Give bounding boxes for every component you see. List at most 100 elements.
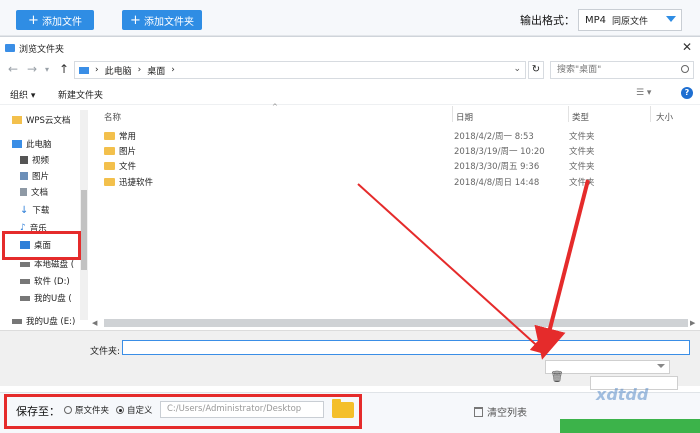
file-row[interactable]: 图片 2018/3/19/周一 10:20 文件夹 bbox=[104, 143, 664, 158]
column-divider bbox=[650, 106, 651, 122]
folder-input[interactable] bbox=[122, 340, 690, 355]
document-icon bbox=[20, 188, 27, 196]
horizontal-scrollbar[interactable] bbox=[104, 319, 688, 327]
organize-button[interactable]: 组织 ▾ bbox=[10, 88, 35, 101]
nav-item-usb[interactable]: 我的U盘 ( bbox=[20, 290, 72, 306]
up-icon[interactable]: ↑ bbox=[59, 62, 69, 76]
start-convert-button[interactable] bbox=[560, 419, 700, 433]
picture-icon bbox=[20, 172, 28, 180]
column-header-type[interactable]: 类型 bbox=[572, 111, 589, 123]
file-name: 图片 bbox=[119, 146, 137, 157]
nav-item-this-pc[interactable]: 此电脑 bbox=[12, 136, 52, 152]
column-header-name[interactable]: 名称 bbox=[104, 111, 121, 123]
breadcrumb-this-pc[interactable]: 此电脑 bbox=[105, 64, 132, 77]
scroll-right-icon[interactable]: ▶ bbox=[690, 319, 695, 327]
nav-item-label: 桌面 bbox=[34, 241, 52, 251]
add-folder-button[interactable]: + 添加文件夹 bbox=[122, 10, 202, 30]
forward-icon[interactable]: → bbox=[27, 62, 37, 76]
help-icon[interactable]: ? bbox=[681, 87, 693, 99]
folder-field-label: 文件夹: bbox=[90, 347, 121, 357]
file-date: 2018/4/8/周日 14:48 bbox=[454, 177, 540, 188]
folder-icon bbox=[104, 161, 115, 170]
column-header-date[interactable]: 日期 bbox=[456, 111, 473, 123]
dialog-title: 浏览文件夹 bbox=[19, 44, 65, 55]
nav-item-local-disk[interactable]: 本地磁盘 ( bbox=[20, 256, 74, 272]
nav-item-wps[interactable]: WPS云文档 bbox=[12, 112, 70, 128]
new-folder-button[interactable]: 新建文件夹 bbox=[58, 88, 103, 101]
output-format-select[interactable]: MP4 同原文件 bbox=[578, 9, 682, 31]
desktop-icon bbox=[20, 241, 30, 249]
add-file-button[interactable]: + 添加文件 bbox=[16, 10, 94, 30]
file-type: 文件夹 bbox=[569, 161, 595, 172]
usb-icon bbox=[12, 318, 22, 324]
nav-item-label: WPS云文档 bbox=[26, 116, 71, 126]
watermark: xdtdd bbox=[596, 385, 649, 404]
drive-icon bbox=[20, 278, 30, 284]
format-sub: 同原文件 bbox=[612, 16, 649, 27]
format-value: MP4 bbox=[585, 14, 607, 26]
nav-item-label: 下载 bbox=[32, 206, 50, 216]
file-name: 文件 bbox=[119, 161, 137, 172]
recent-dropdown-icon[interactable]: ▾ bbox=[45, 65, 49, 74]
address-bar[interactable]: › 此电脑 › 桌面 › ⌄ bbox=[74, 61, 526, 79]
dialog-titlebar: 浏览文件夹 bbox=[0, 37, 700, 59]
nav-item-pictures[interactable]: 图片 bbox=[20, 168, 49, 184]
dialog-app-icon bbox=[5, 44, 15, 52]
browse-folder-icon[interactable] bbox=[332, 399, 354, 418]
back-icon[interactable]: ← bbox=[8, 62, 18, 76]
folder-icon bbox=[104, 146, 115, 155]
folder-icon bbox=[12, 116, 22, 124]
nav-item-label: 图片 bbox=[32, 172, 50, 182]
nav-item-label: 文档 bbox=[31, 188, 49, 198]
nav-item-software-d[interactable]: 软件 (D:) bbox=[20, 273, 70, 289]
file-date: 2018/4/2/周一 8:53 bbox=[454, 131, 534, 142]
radio-label: 自定义 bbox=[127, 406, 153, 416]
radio-custom-folder[interactable]: 自定义 bbox=[116, 404, 153, 416]
file-row[interactable]: 常用 2018/4/2/周一 8:53 文件夹 bbox=[104, 128, 664, 143]
plus-icon: + bbox=[28, 12, 39, 28]
nav-item-label: 此电脑 bbox=[26, 140, 52, 150]
search-icon bbox=[681, 65, 689, 73]
organize-label: 组织 bbox=[10, 91, 29, 101]
nav-item-documents[interactable]: 文档 bbox=[20, 184, 48, 200]
output-format-label: 输出格式： bbox=[520, 14, 575, 27]
search-placeholder: 搜索"桌面" bbox=[557, 65, 602, 75]
radio-original-folder[interactable]: 原文件夹 bbox=[64, 404, 109, 416]
breadcrumb-sep: › bbox=[137, 65, 142, 75]
nav-item-downloads[interactable]: ↓ 下载 bbox=[20, 202, 49, 218]
video-icon bbox=[20, 156, 28, 164]
nav-item-music[interactable]: ♪ 音乐 bbox=[20, 220, 47, 236]
nav-item-video[interactable]: 视频 bbox=[20, 152, 49, 168]
radio-label: 原文件夹 bbox=[75, 406, 110, 416]
trash-icon bbox=[474, 406, 483, 417]
search-input[interactable]: 搜索"桌面" bbox=[550, 61, 694, 79]
breadcrumb-desktop[interactable]: 桌面 bbox=[147, 64, 165, 77]
clear-list-button[interactable]: 清空列表 bbox=[474, 404, 527, 419]
navigation-pane: WPS云文档 此电脑 视频 图片 文档 ↓ 下载 ♪ 音乐 桌面 本地磁盘 ( … bbox=[0, 105, 90, 327]
add-file-label: 添加文件 bbox=[41, 16, 82, 28]
add-folder-label: 添加文件夹 bbox=[143, 16, 194, 28]
close-icon[interactable]: ✕ bbox=[682, 40, 692, 54]
nav-item-label: 我的U盘 (E:) bbox=[26, 317, 76, 327]
file-row[interactable]: 文件 2018/3/30/周五 9:36 文件夹 bbox=[104, 158, 664, 173]
nav-item-label: 本地磁盘 ( bbox=[34, 260, 75, 270]
plus-icon: + bbox=[130, 12, 141, 28]
nav-scrollbar-thumb[interactable] bbox=[81, 190, 87, 270]
breadcrumb-sep: › bbox=[171, 65, 175, 75]
view-options-icon[interactable]: ☰ ▾ bbox=[636, 88, 651, 98]
save-to-label: 保存至： bbox=[16, 405, 60, 418]
chevron-down-icon[interactable]: ⌄ bbox=[513, 64, 521, 74]
breadcrumb-sep: › bbox=[95, 65, 99, 75]
folder-icon bbox=[104, 177, 115, 186]
usb-icon bbox=[20, 295, 30, 301]
file-row[interactable]: 迅捷软件 2018/4/8/周日 14:48 文件夹 bbox=[104, 174, 664, 189]
scroll-left-icon[interactable]: ◀ bbox=[92, 319, 97, 327]
nav-item-usb-e[interactable]: 我的U盘 (E:) bbox=[12, 313, 75, 327]
file-date: 2018/3/30/周五 9:36 bbox=[454, 161, 540, 172]
refresh-icon[interactable]: ↻ bbox=[528, 61, 544, 79]
save-path-input[interactable]: C:/Users/Administrator/Desktop bbox=[160, 401, 324, 418]
nav-item-desktop[interactable]: 桌面 bbox=[20, 237, 51, 253]
nav-item-label: 我的U盘 ( bbox=[34, 294, 72, 304]
column-header-size[interactable]: 大小 bbox=[656, 111, 673, 123]
music-icon: ♪ bbox=[20, 223, 26, 233]
